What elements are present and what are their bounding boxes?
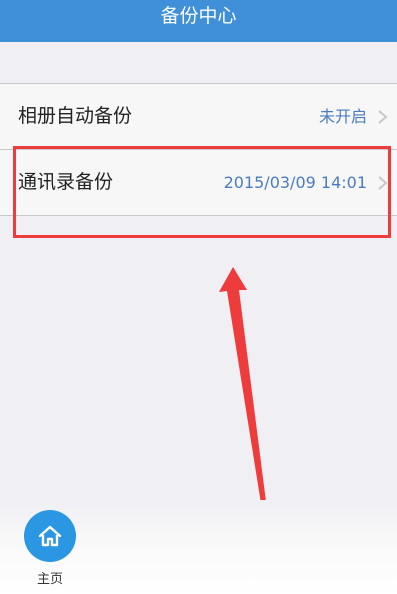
chevron-right-icon [378,176,388,190]
page-title: 备份中心 [160,5,237,27]
row-contacts-backup-time: 2015/03/09 14:01 [223,173,367,192]
row-contacts-backup-label: 通讯录备份 [18,171,114,193]
settings-list: 相册自动备份 未开启 通讯录备份 2015/03/09 14:01 [0,83,397,216]
home-icon[interactable] [24,510,76,562]
row-contacts-backup[interactable]: 通讯录备份 2015/03/09 14:01 [0,149,397,215]
chevron-right-icon [378,110,388,124]
row-album-auto-backup-status: 未开启 [318,107,367,126]
row-album-auto-backup[interactable]: 相册自动备份 未开启 [0,84,397,149]
tab-home[interactable]: 主页 [23,510,77,587]
tab-bar: 主页 [0,500,397,594]
navigation-bar: 备份中心 [0,0,397,42]
tab-home-label: 主页 [36,572,63,587]
row-album-auto-backup-label: 相册自动备份 [18,105,133,127]
